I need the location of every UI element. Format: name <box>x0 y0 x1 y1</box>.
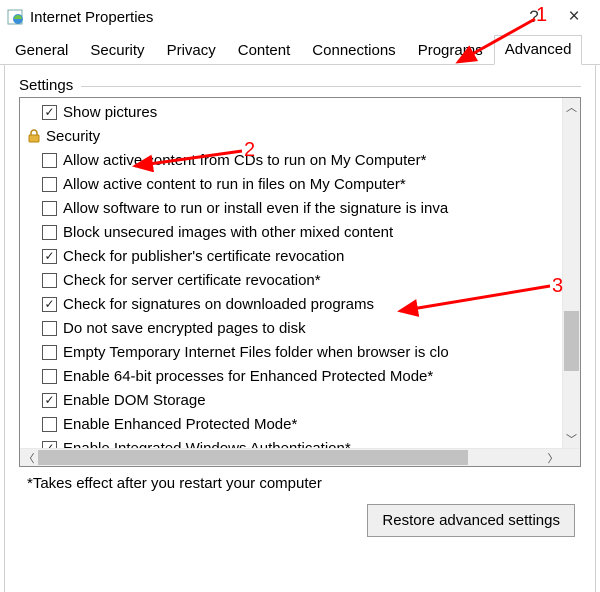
scroll-thumb[interactable] <box>564 311 579 371</box>
checkbox[interactable] <box>42 441 57 449</box>
setting-label: Allow software to run or install even if… <box>63 200 448 217</box>
checkbox[interactable] <box>42 369 57 384</box>
tab-connections[interactable]: Connections <box>301 36 406 65</box>
setting-item[interactable]: Do not save encrypted pages to disk <box>22 316 562 340</box>
checkbox[interactable] <box>42 249 57 264</box>
settings-items: Show pictures Security Allow active cont… <box>20 98 562 448</box>
scroll-down-icon[interactable]: ﹀ <box>563 430 580 448</box>
setting-label: Allow active content from CDs to run on … <box>63 152 426 169</box>
setting-label: Allow active content to run in files on … <box>63 176 406 193</box>
checkbox[interactable] <box>42 153 57 168</box>
setting-label: Check for publisher's certificate revoca… <box>63 248 344 265</box>
checkbox[interactable] <box>42 177 57 192</box>
setting-item[interactable]: Check for signatures on downloaded progr… <box>22 292 562 316</box>
setting-item[interactable]: Enable Integrated Windows Authentication… <box>22 436 562 448</box>
checkbox[interactable] <box>42 201 57 216</box>
setting-item[interactable]: Check for publisher's certificate revoca… <box>22 244 562 268</box>
help-button[interactable]: ? <box>514 2 554 32</box>
advanced-panel: Settings Show pictures Security <box>4 65 596 592</box>
checkbox[interactable] <box>42 225 57 240</box>
setting-item[interactable]: Empty Temporary Internet Files folder wh… <box>22 340 562 364</box>
tab-security[interactable]: Security <box>79 36 155 65</box>
close-button[interactable]: × <box>554 2 594 32</box>
scroll-right-icon[interactable]: 〉 <box>544 449 562 466</box>
checkbox[interactable] <box>42 417 57 432</box>
setting-item[interactable]: Enable DOM Storage <box>22 388 562 412</box>
settings-category-security: Security <box>22 124 562 148</box>
tab-advanced[interactable]: Advanced <box>494 35 583 65</box>
tab-programs[interactable]: Programs <box>407 36 494 65</box>
setting-item[interactable]: Allow active content to run in files on … <box>22 172 562 196</box>
setting-label: Enable Enhanced Protected Mode* <box>63 416 297 433</box>
window-title: Internet Properties <box>30 9 153 26</box>
setting-label: Check for server certificate revocation* <box>63 272 321 289</box>
setting-item[interactable]: Allow active content from CDs to run on … <box>22 148 562 172</box>
settings-listbox: Show pictures Security Allow active cont… <box>19 97 581 467</box>
category-label: Security <box>46 128 100 145</box>
setting-item[interactable]: Block unsecured images with other mixed … <box>22 220 562 244</box>
checkbox[interactable] <box>42 297 57 312</box>
tab-strip: General Security Privacy Content Connect… <box>0 34 600 65</box>
internet-options-icon <box>6 8 24 26</box>
setting-item[interactable]: Enable 64-bit processes for Enhanced Pro… <box>22 364 562 388</box>
setting-label: Enable DOM Storage <box>63 392 206 409</box>
scroll-corner <box>562 449 580 466</box>
scroll-up-icon[interactable]: ︿ <box>563 98 580 116</box>
setting-label: Check for signatures on downloaded progr… <box>63 296 374 313</box>
vertical-scrollbar[interactable]: ︿ ﹀ <box>562 98 580 448</box>
setting-label: Enable 64-bit processes for Enhanced Pro… <box>63 368 433 385</box>
restart-note: *Takes effect after you restart your com… <box>27 475 581 492</box>
tab-general[interactable]: General <box>4 36 79 65</box>
scroll-thumb[interactable] <box>38 450 468 465</box>
setting-show-pictures[interactable]: Show pictures <box>22 100 562 124</box>
checkbox[interactable] <box>42 321 57 336</box>
setting-item[interactable]: Enable Enhanced Protected Mode* <box>22 412 562 436</box>
scroll-track[interactable] <box>38 449 544 466</box>
restore-advanced-settings-button[interactable]: Restore advanced settings <box>367 504 575 537</box>
setting-label: Do not save encrypted pages to disk <box>63 320 306 337</box>
checkbox[interactable] <box>42 105 57 120</box>
divider <box>81 86 581 87</box>
setting-label: Enable Integrated Windows Authentication… <box>63 440 351 449</box>
scroll-track[interactable] <box>563 116 580 430</box>
tab-content[interactable]: Content <box>227 36 302 65</box>
checkbox[interactable] <box>42 273 57 288</box>
checkbox[interactable] <box>42 393 57 408</box>
setting-label: Block unsecured images with other mixed … <box>63 224 393 241</box>
setting-item[interactable]: Check for server certificate revocation* <box>22 268 562 292</box>
setting-label: Show pictures <box>63 104 157 121</box>
tab-privacy[interactable]: Privacy <box>156 36 227 65</box>
checkbox[interactable] <box>42 345 57 360</box>
scroll-left-icon[interactable]: 〈 <box>20 449 38 466</box>
setting-label: Empty Temporary Internet Files folder wh… <box>63 344 449 361</box>
titlebar: Internet Properties ? × <box>0 0 600 34</box>
horizontal-scrollbar[interactable]: 〈 〉 <box>20 448 580 466</box>
lock-icon <box>26 128 42 144</box>
setting-item[interactable]: Allow software to run or install even if… <box>22 196 562 220</box>
